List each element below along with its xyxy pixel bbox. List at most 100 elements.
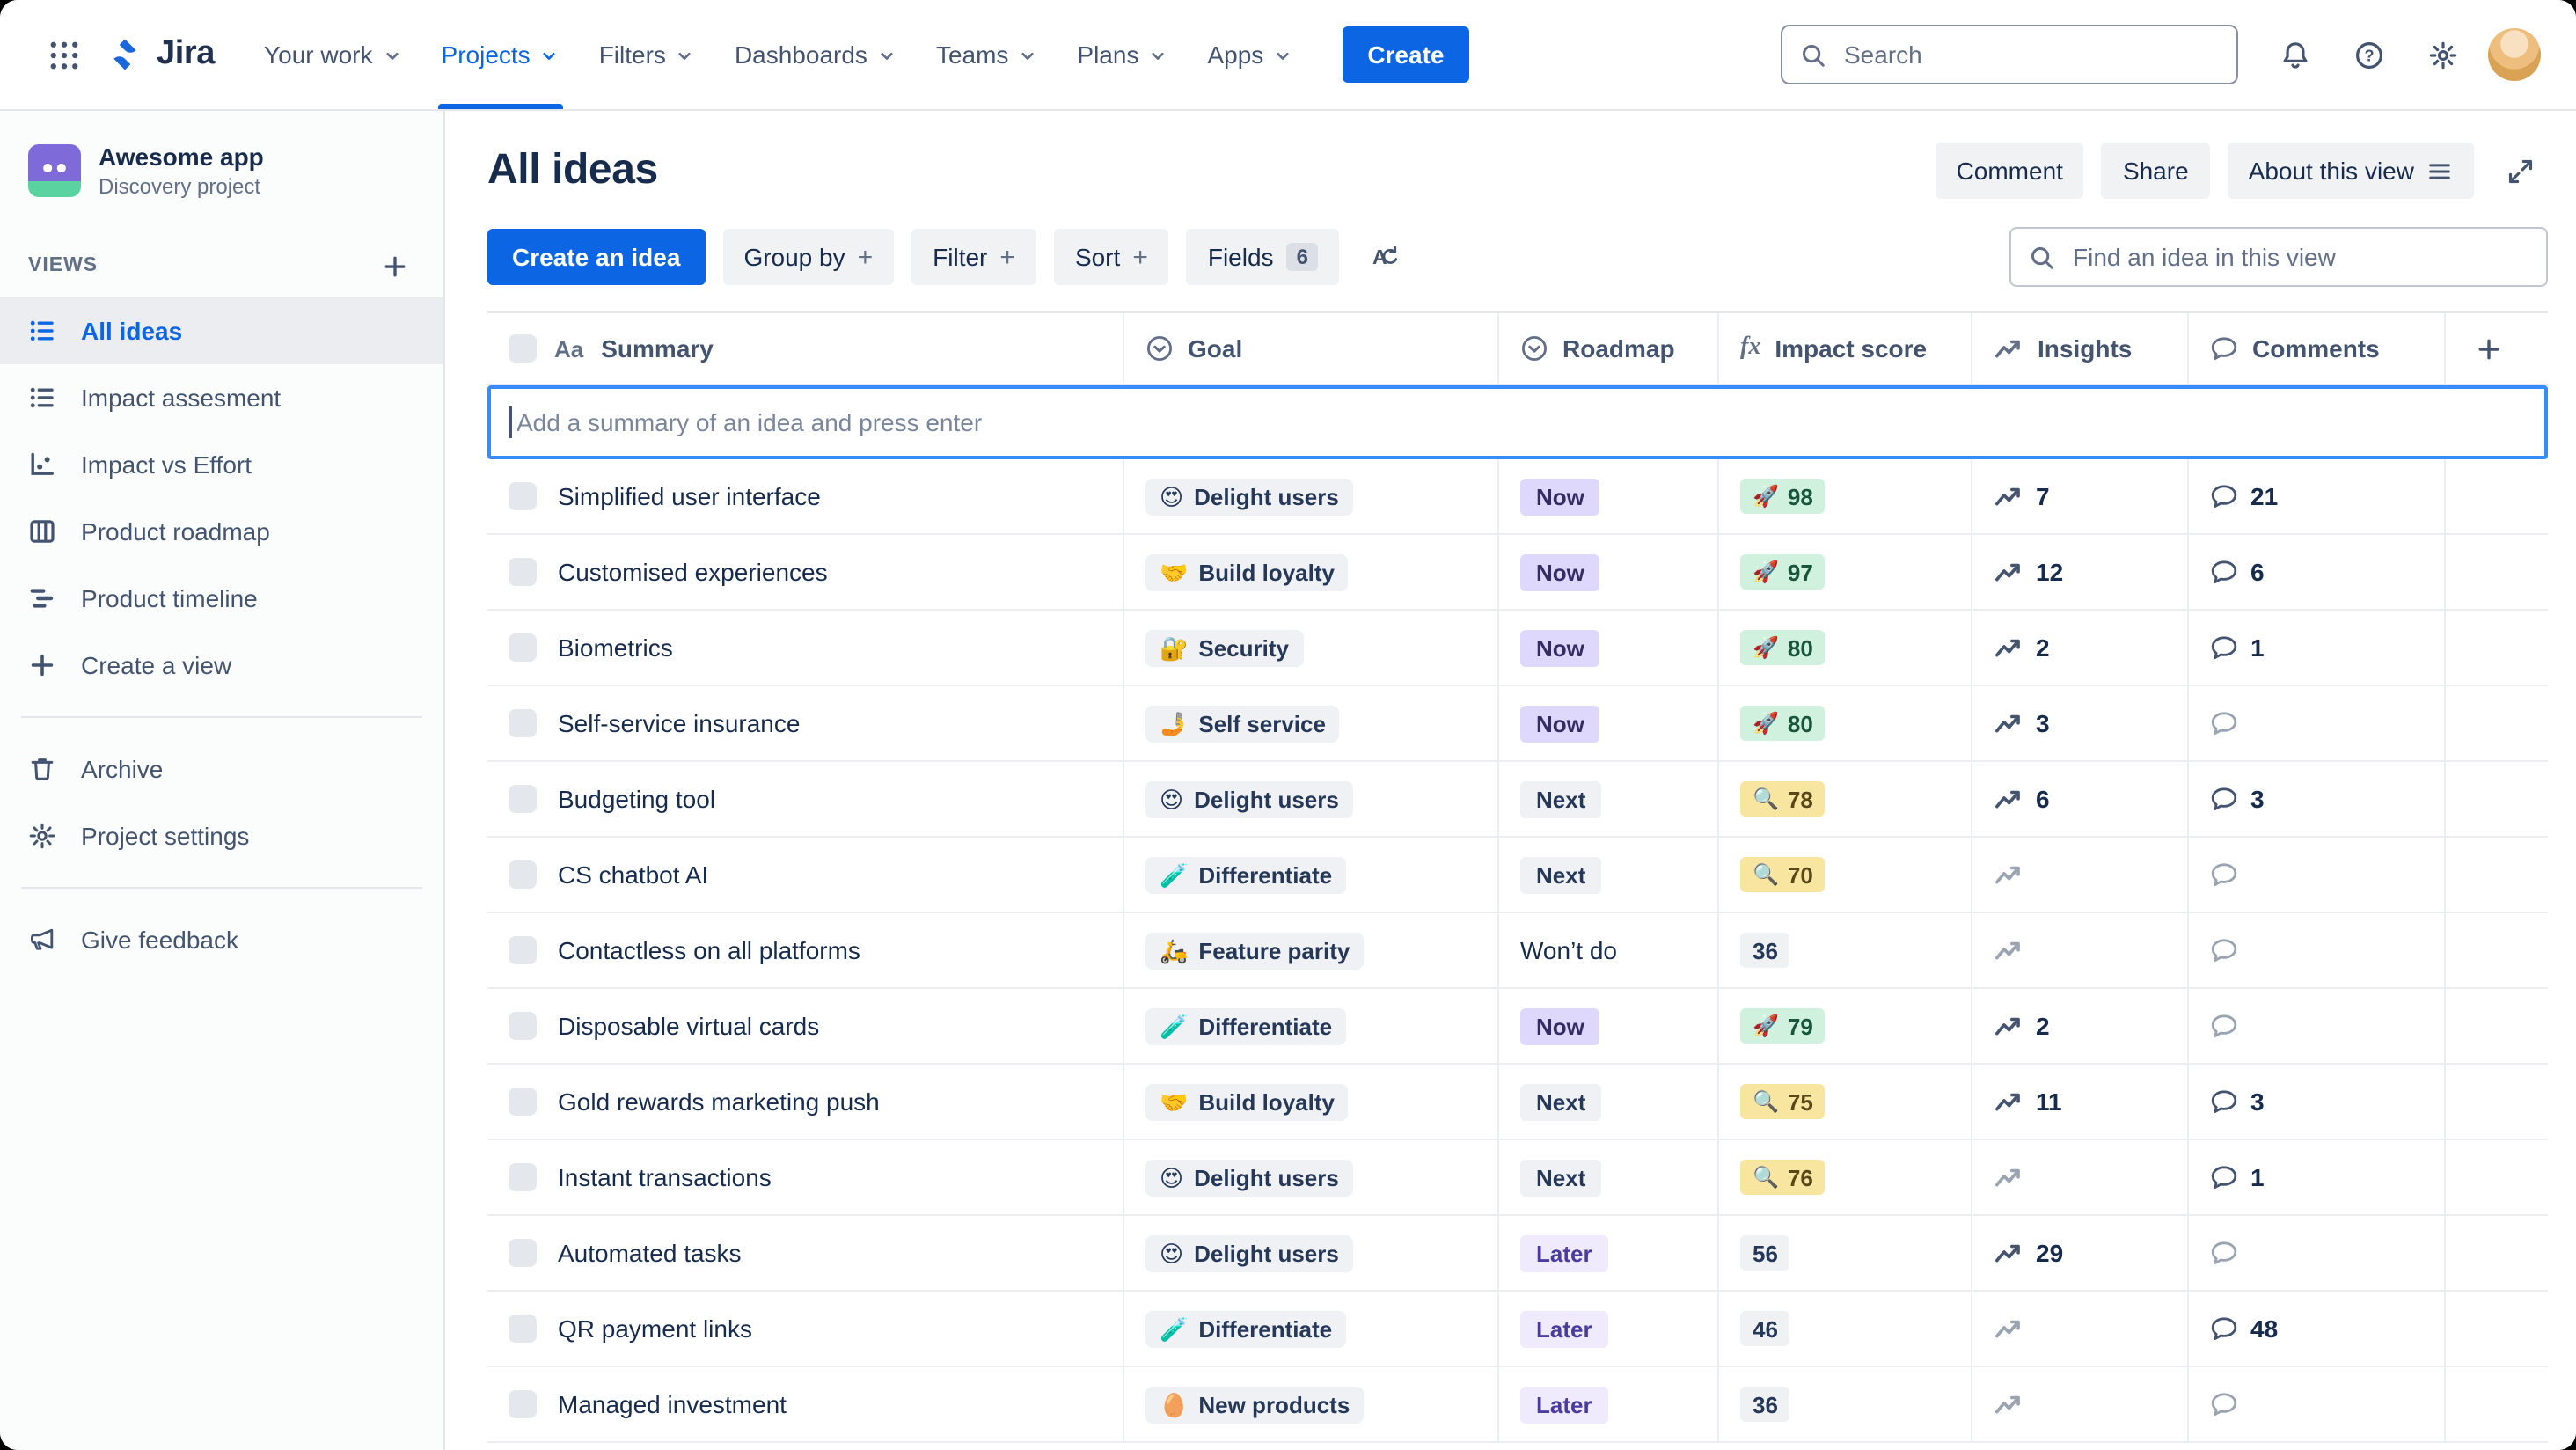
comments-indicator[interactable]: 1 bbox=[2210, 1163, 2265, 1191]
idea-summary[interactable]: Automated tasks bbox=[558, 1239, 742, 1267]
column-header-insights[interactable]: Insights bbox=[1972, 313, 2189, 384]
filter-button[interactable]: Filter + bbox=[911, 229, 1036, 285]
idea-summary[interactable]: Self-service insurance bbox=[558, 709, 800, 737]
insights-indicator[interactable]: 7 bbox=[1994, 481, 2050, 511]
table-row[interactable]: Automated tasks 😍 Delight users Later 56 29 bbox=[487, 1216, 2548, 1292]
global-search[interactable] bbox=[1781, 25, 2238, 84]
nav-item-dashboards[interactable]: Dashboards bbox=[717, 0, 915, 109]
comments-indicator[interactable] bbox=[2210, 936, 2238, 964]
idea-summary[interactable]: QR payment links bbox=[558, 1315, 752, 1343]
goal-chip[interactable]: 🔐 Security bbox=[1145, 629, 1303, 666]
share-button[interactable]: Share bbox=[2101, 143, 2210, 199]
impact-score-badge[interactable]: 56 bbox=[1740, 1235, 1790, 1271]
idea-summary[interactable]: Instant transactions bbox=[558, 1163, 772, 1191]
impact-score-badge[interactable]: 🚀 98 bbox=[1740, 479, 1826, 514]
roadmap-badge[interactable]: Next bbox=[1520, 1159, 1602, 1196]
roadmap-badge[interactable]: Next bbox=[1520, 1083, 1602, 1120]
comments-indicator[interactable] bbox=[2210, 1390, 2238, 1418]
nav-item-plans[interactable]: Plans bbox=[1059, 0, 1186, 109]
roadmap-badge[interactable]: Now bbox=[1520, 553, 1600, 590]
insights-indicator[interactable] bbox=[1994, 860, 2023, 890]
column-header-comments[interactable]: Comments bbox=[2189, 313, 2446, 384]
roadmap-badge[interactable]: Now bbox=[1520, 478, 1600, 515]
row-checkbox[interactable] bbox=[509, 709, 537, 737]
goal-chip[interactable]: 🥚 New products bbox=[1145, 1386, 1365, 1423]
impact-score-badge[interactable]: 🚀 79 bbox=[1740, 1008, 1826, 1044]
impact-score-badge[interactable]: 🔍 76 bbox=[1740, 1160, 1826, 1195]
insights-indicator[interactable] bbox=[1994, 1314, 2023, 1344]
roadmap-badge[interactable]: Later bbox=[1520, 1386, 1608, 1423]
sidebar-item-impact-assesment[interactable]: Impact assesment bbox=[0, 364, 443, 431]
create-idea-button[interactable]: Create an idea bbox=[487, 229, 706, 285]
user-avatar[interactable] bbox=[2488, 28, 2541, 81]
table-row[interactable]: CS chatbot AI 🧪 Differentiate Next 🔍 70 bbox=[487, 838, 2548, 913]
about-this-view-button[interactable]: About this view bbox=[2227, 143, 2474, 199]
sidebar-item-create-a-view[interactable]: Create a view bbox=[0, 632, 443, 699]
roadmap-badge[interactable]: Later bbox=[1520, 1310, 1608, 1347]
comments-indicator[interactable] bbox=[2210, 1012, 2238, 1040]
nav-item-apps[interactable]: Apps bbox=[1189, 0, 1311, 109]
row-checkbox[interactable] bbox=[509, 482, 537, 510]
insights-indicator[interactable]: 12 bbox=[1994, 557, 2063, 587]
row-checkbox[interactable] bbox=[509, 633, 537, 662]
table-row[interactable]: Customised experiences 🤝 Build loyalty Now 🚀… bbox=[487, 535, 2548, 611]
nav-item-teams[interactable]: Teams bbox=[918, 0, 1056, 109]
notifications-bell-icon[interactable] bbox=[2266, 26, 2323, 83]
idea-summary[interactable]: CS chatbot AI bbox=[558, 860, 708, 889]
column-header-summary[interactable]: Aa Summary bbox=[487, 313, 1124, 384]
insights-indicator[interactable]: 11 bbox=[1994, 1087, 2062, 1117]
comments-indicator[interactable] bbox=[2210, 1239, 2238, 1267]
sidebar-item-project-settings[interactable]: Project settings bbox=[0, 802, 443, 869]
row-checkbox[interactable] bbox=[509, 558, 537, 586]
goal-chip[interactable]: 🧪 Differentiate bbox=[1145, 1310, 1347, 1347]
comments-indicator[interactable]: 21 bbox=[2210, 482, 2278, 510]
row-checkbox[interactable] bbox=[509, 1239, 537, 1267]
comments-indicator[interactable]: 1 bbox=[2210, 633, 2265, 662]
impact-score-badge[interactable]: 🔍 70 bbox=[1740, 857, 1826, 892]
roadmap-badge[interactable]: Now bbox=[1520, 1007, 1600, 1044]
table-row[interactable]: Managed investment 🥚 New products Later 36 bbox=[487, 1367, 2548, 1443]
insights-indicator[interactable]: 29 bbox=[1994, 1238, 2063, 1268]
comments-indicator[interactable]: 3 bbox=[2210, 785, 2265, 813]
app-switcher-icon[interactable] bbox=[35, 26, 91, 83]
impact-score-badge[interactable]: 36 bbox=[1740, 933, 1790, 968]
table-row[interactable]: Simplified user interface 😍 Delight users N… bbox=[487, 459, 2548, 535]
roadmap-badge[interactable]: Next bbox=[1520, 780, 1602, 817]
fields-button[interactable]: Fields 6 bbox=[1186, 229, 1340, 285]
sort-button[interactable]: Sort + bbox=[1053, 229, 1169, 285]
sidebar-item-archive[interactable]: Archive bbox=[0, 736, 443, 802]
idea-summary[interactable]: Customised experiences bbox=[558, 558, 828, 586]
idea-summary[interactable]: Biometrics bbox=[558, 633, 673, 662]
sidebar-item-all-ideas[interactable]: All ideas bbox=[0, 297, 443, 364]
idea-summary[interactable]: Gold rewards marketing push bbox=[558, 1088, 880, 1116]
idea-summary[interactable]: Managed investment bbox=[558, 1390, 787, 1418]
roadmap-badge[interactable]: Later bbox=[1520, 1234, 1608, 1271]
jira-logo[interactable]: Jira bbox=[106, 35, 215, 74]
nav-item-projects[interactable]: Projects bbox=[424, 0, 578, 109]
roadmap-badge[interactable]: Next bbox=[1520, 856, 1602, 893]
impact-score-badge[interactable]: 🔍 75 bbox=[1740, 1084, 1826, 1119]
table-row[interactable]: Biometrics 🔐 Security Now 🚀 80 2 1 bbox=[487, 611, 2548, 686]
sidebar-item-product-timeline[interactable]: Product timeline bbox=[0, 565, 443, 632]
table-row[interactable]: Instant transactions 😍 Delight users Next 🔍 7… bbox=[487, 1140, 2548, 1216]
impact-score-badge[interactable]: 🚀 97 bbox=[1740, 554, 1826, 590]
idea-summary[interactable]: Disposable virtual cards bbox=[558, 1012, 819, 1040]
translate-sort-icon[interactable]: A bbox=[1358, 229, 1414, 285]
goal-chip[interactable]: 🧪 Differentiate bbox=[1145, 856, 1347, 893]
row-checkbox[interactable] bbox=[509, 1088, 537, 1116]
comments-indicator[interactable] bbox=[2210, 860, 2238, 889]
insights-indicator[interactable]: 2 bbox=[1994, 633, 2050, 663]
comments-indicator[interactable]: 6 bbox=[2210, 558, 2265, 586]
nav-item-filters[interactable]: Filters bbox=[582, 0, 714, 109]
give-feedback-button[interactable]: Give feedback bbox=[0, 906, 443, 973]
goal-chip[interactable]: 😍 Delight users bbox=[1145, 780, 1353, 817]
impact-score-badge[interactable]: 46 bbox=[1740, 1311, 1790, 1346]
table-row[interactable]: Self-service insurance 🤳 Self service Now 🚀 8… bbox=[487, 686, 2548, 762]
nav-item-your-work[interactable]: Your work bbox=[246, 0, 421, 109]
goal-chip[interactable]: 🤳 Self service bbox=[1145, 705, 1340, 742]
impact-score-badge[interactable]: 🔍 78 bbox=[1740, 781, 1826, 817]
global-search-input[interactable] bbox=[1841, 39, 2219, 70]
column-header-impact-score[interactable]: fx Impact score bbox=[1719, 313, 1972, 384]
comment-button[interactable]: Comment bbox=[1935, 143, 2084, 199]
add-idea-row[interactable] bbox=[487, 385, 2548, 459]
